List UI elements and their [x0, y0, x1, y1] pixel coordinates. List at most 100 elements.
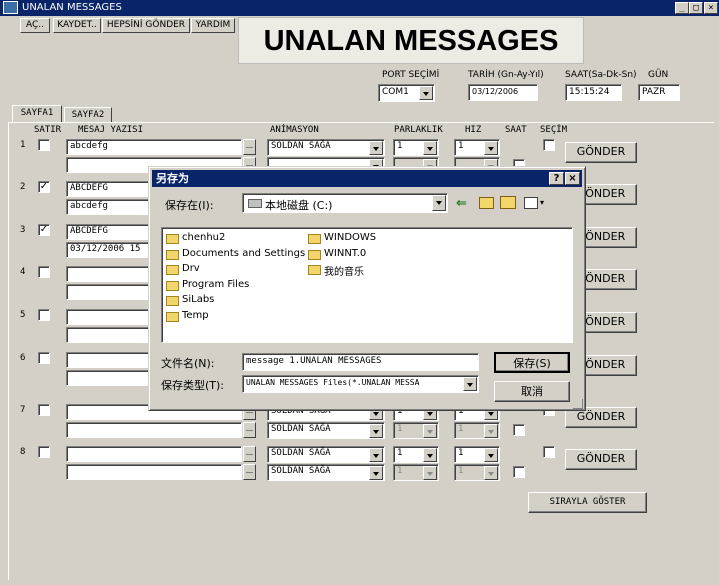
filename-value: message 1.UNALAN MESSAGES [246, 356, 382, 366]
view-menu-icon[interactable] [524, 197, 538, 209]
dialog-cancel-button[interactable]: 取消 [494, 381, 570, 402]
animation-select-1[interactable]: SOLDAN SAĞA [267, 446, 385, 463]
help-button[interactable]: YARDIM [191, 18, 235, 33]
chevron-down-icon[interactable] [423, 448, 437, 462]
folder-icon [166, 234, 179, 244]
chevron-down-icon[interactable] [369, 448, 383, 462]
folder-icon [166, 265, 179, 275]
chevron-down-icon[interactable] [419, 86, 433, 100]
new-folder-icon[interactable] [500, 196, 516, 209]
chevron-down-icon[interactable] [369, 141, 383, 155]
send-all-button[interactable]: HEPSİNİ GÖNDER [102, 18, 190, 33]
col-select: SEÇİM [540, 125, 568, 135]
chevron-down-icon[interactable] [423, 466, 437, 480]
row-checkbox[interactable]: ✓ [38, 224, 50, 236]
filename-input[interactable]: message 1.UNALAN MESSAGES [242, 353, 479, 371]
select-checkbox[interactable] [543, 139, 555, 151]
brightness-select-2[interactable]: 1 [393, 464, 439, 481]
chevron-down-icon[interactable] [484, 141, 498, 155]
row-checkbox[interactable] [38, 309, 50, 321]
date-field[interactable]: 03/12/2006 [468, 84, 538, 101]
brightness-select-1-value: 1 [397, 141, 403, 151]
chevron-down-icon[interactable] [369, 424, 383, 438]
speed-select-2[interactable]: 1 [454, 464, 500, 481]
animation-select-2[interactable]: SOLDAN SAĞA [267, 422, 385, 439]
row-checkbox[interactable] [38, 352, 50, 364]
animation-select-2[interactable]: SOLDAN SAĞA [267, 464, 385, 481]
dialog-title-bar[interactable]: 另存为 ? × [152, 170, 582, 187]
back-arrow-icon[interactable]: ⇐ [456, 196, 467, 211]
row-number: 7 [20, 405, 26, 415]
row-number: 8 [20, 447, 26, 457]
minimize-icon[interactable]: _ [675, 2, 689, 14]
animation-select-1[interactable]: SOLDAN SAĞA [267, 139, 385, 156]
row-checkbox[interactable] [38, 404, 50, 416]
close-icon[interactable]: × [704, 2, 718, 14]
message-line1-input[interactable]: abcdefg [66, 139, 242, 155]
chevron-down-icon[interactable] [463, 377, 477, 391]
tab-sayfa1[interactable]: SAYFA1 [12, 105, 62, 123]
row-number: 1 [20, 140, 26, 150]
file-list[interactable]: chenhu2 Documents and Settings Drv Program … [161, 227, 573, 343]
tab-sayfa2[interactable]: SAYFA2 [64, 107, 112, 123]
speed-select-1-value: 1 [458, 448, 464, 458]
window-title-bar[interactable]: UNALAN MESSAGES _ □ × [0, 0, 719, 16]
row-number: 4 [20, 267, 26, 277]
view-dropdown-icon[interactable]: ▾ [540, 198, 544, 207]
scroll-handle[interactable] [243, 446, 256, 462]
select-checkbox[interactable] [543, 446, 555, 458]
up-folder-icon[interactable] [479, 197, 494, 209]
chevron-down-icon[interactable] [484, 466, 498, 480]
chevron-down-icon[interactable] [484, 424, 498, 438]
row-checkbox[interactable] [38, 446, 50, 458]
brightness-select-2[interactable]: 1 [393, 422, 439, 439]
filetype-select[interactable]: UNALAN MESSAGES Files(*.UNALAN MESSA [242, 375, 479, 393]
speed-select-1[interactable]: 1 [454, 446, 500, 463]
save-button[interactable]: KAYDET.. [53, 18, 101, 33]
message-line1-text: ABCDEFG [70, 183, 108, 193]
row-checkbox[interactable] [38, 266, 50, 278]
brightness-select-1[interactable]: 1 [393, 446, 439, 463]
clock-checkbox[interactable] [513, 424, 525, 436]
brightness-select-1[interactable]: 1 [393, 139, 439, 156]
folder-name: chenhu2 [182, 232, 226, 243]
folder-icon [308, 249, 321, 260]
time-field[interactable]: 15:15:24 [565, 84, 622, 101]
chevron-down-icon[interactable] [423, 141, 437, 155]
message-line2-input[interactable] [66, 464, 242, 480]
port-select[interactable]: COM1 [378, 84, 435, 102]
dialog-close-icon[interactable]: × [565, 172, 580, 185]
filename-label: 文件名(N): [161, 357, 215, 370]
chevron-down-icon[interactable] [484, 448, 498, 462]
brightness-select-2-value: 1 [397, 424, 403, 434]
send-button[interactable]: GÖNDER [565, 142, 637, 163]
scroll-handle[interactable] [243, 422, 256, 438]
date-value: 03/12/2006 [472, 87, 519, 96]
row-checkbox[interactable]: ✓ [38, 181, 50, 193]
chevron-down-icon[interactable] [432, 195, 446, 211]
help-icon[interactable]: ? [549, 172, 564, 185]
row-checkbox[interactable] [38, 139, 50, 151]
scroll-handle[interactable] [243, 464, 256, 480]
speed-select-2[interactable]: 1 [454, 422, 500, 439]
day-field[interactable]: PAZR [638, 84, 680, 101]
message-line2-input[interactable] [66, 422, 242, 438]
speed-select-1[interactable]: 1 [454, 139, 500, 156]
port-label: PORT SEÇİMİ [382, 70, 440, 80]
send-button[interactable]: GÖNDER [565, 449, 637, 470]
open-button[interactable]: AÇ.. [20, 18, 50, 33]
folder-icon [308, 234, 321, 244]
animation-value: SOLDAN SAĞA [271, 141, 331, 151]
chevron-down-icon[interactable] [423, 424, 437, 438]
save-in-select[interactable]: 本地磁盘 (C:) [242, 193, 448, 213]
folder-name: WINDOWS [324, 232, 377, 243]
clock-checkbox[interactable] [513, 466, 525, 478]
sequential-show-label: SIRAYLA GÖSTER [549, 497, 626, 507]
chevron-down-icon[interactable] [369, 466, 383, 480]
message-line1-input[interactable] [66, 446, 242, 462]
dialog-save-button[interactable]: 保存(S) [494, 352, 570, 373]
scroll-handle[interactable] [243, 139, 256, 155]
sequential-show-button[interactable]: SIRAYLA GÖSTER [528, 492, 647, 513]
maximize-icon[interactable]: □ [689, 2, 703, 14]
resize-grip-icon[interactable] [573, 399, 583, 409]
